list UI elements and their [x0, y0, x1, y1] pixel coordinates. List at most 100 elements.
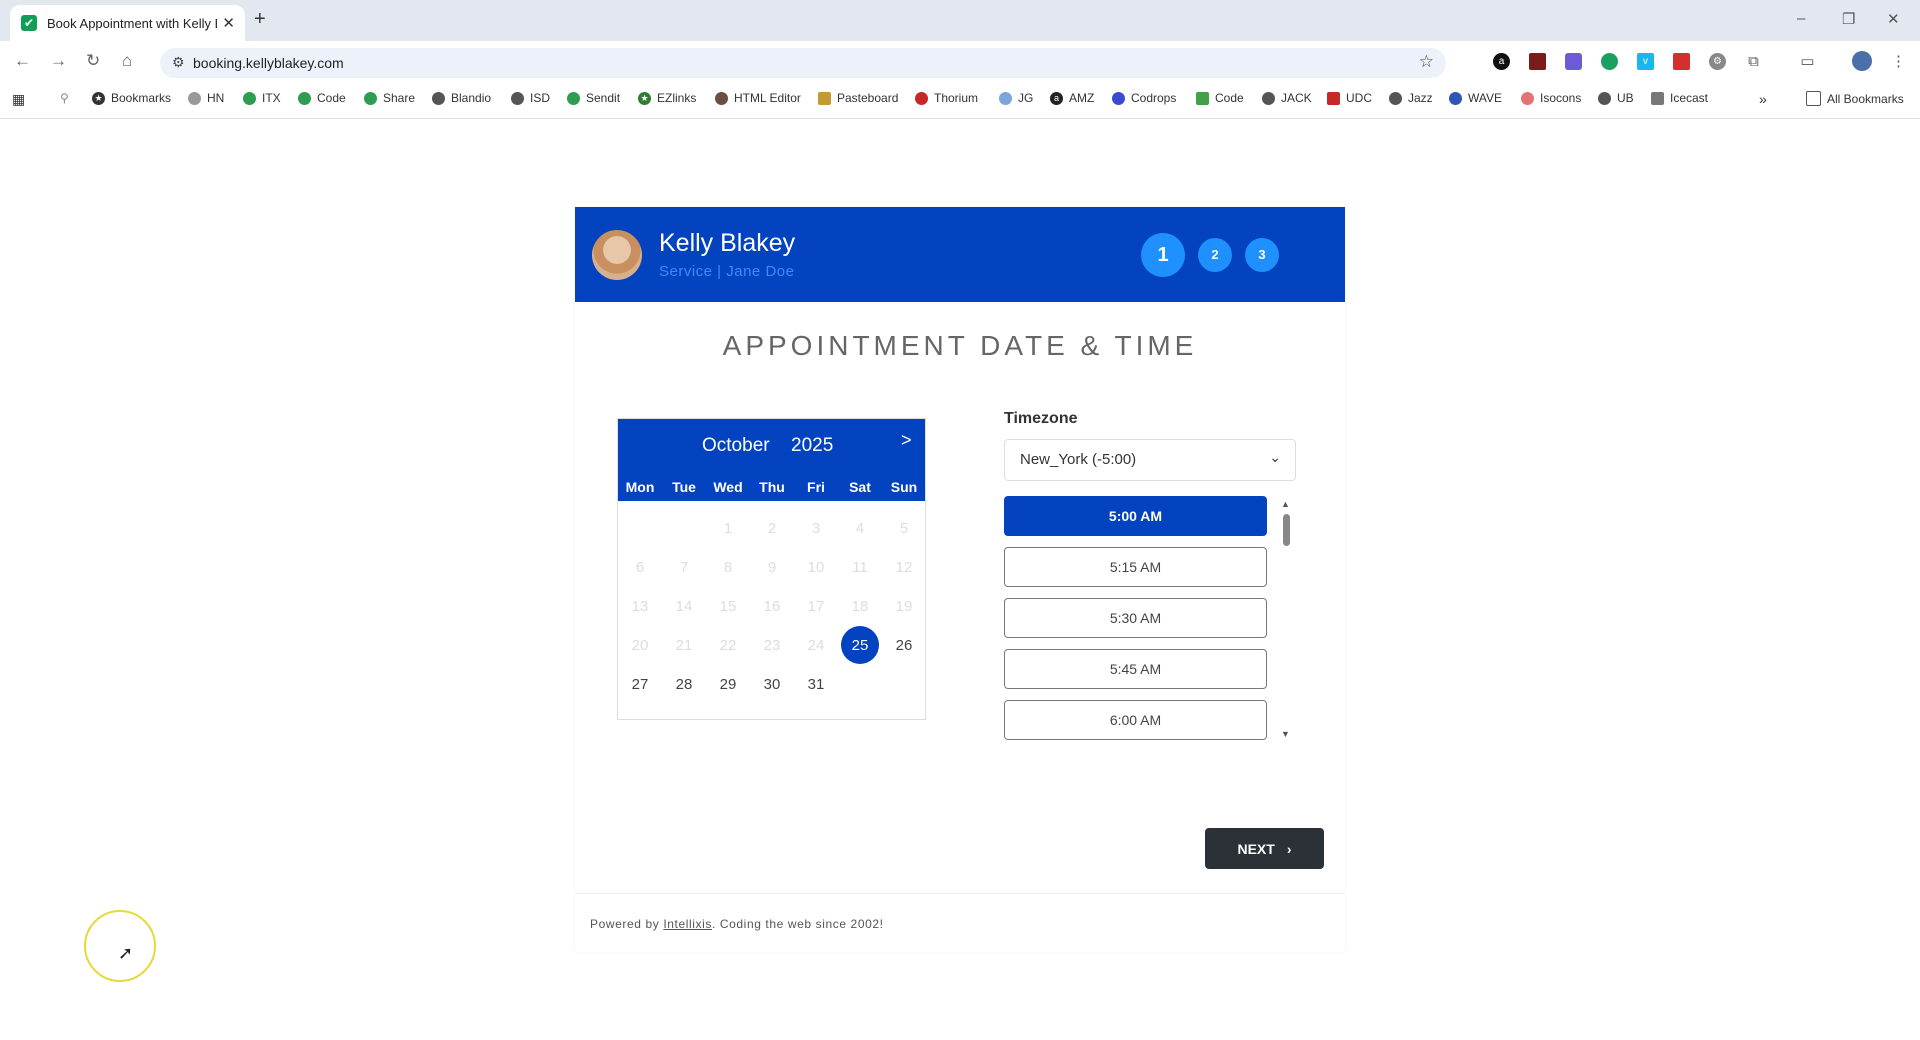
gear-icon[interactable]: ⚙	[1709, 53, 1726, 70]
bookmark-item[interactable]: Isocons	[1521, 91, 1581, 105]
time-slot[interactable]: 5:30 AM	[1004, 598, 1267, 638]
browser-tabstrip: ✔ Book Appointment with Kelly B ✕ + – ❐ …	[0, 0, 1920, 41]
address-bar[interactable]: ⚙ booking.kellyblakey.com ☆	[160, 48, 1446, 78]
bookmark-item[interactable]: HN	[188, 91, 224, 105]
bookmark-item[interactable]: UB	[1598, 91, 1634, 105]
all-bookmarks[interactable]: All Bookmarks	[1806, 91, 1904, 106]
timezone-select[interactable]: New_York (-5:00) ⌄	[1004, 439, 1296, 481]
pdf-extension-icon[interactable]	[1673, 53, 1690, 70]
reload-icon[interactable]: ↻	[86, 51, 100, 71]
calendar-day[interactable]: 28	[662, 665, 706, 704]
calendar-day: 9	[767, 559, 777, 576]
calendar-year[interactable]: 2025	[791, 435, 833, 457]
new-tab-icon[interactable]: +	[254, 8, 266, 31]
bookmark-item[interactable]: Codrops	[1112, 91, 1176, 105]
next-month-button[interactable]: >	[901, 430, 912, 451]
bookmark-item[interactable]: Code	[1196, 91, 1244, 105]
tab-search-icon[interactable]: ▭	[1799, 53, 1816, 70]
bookmark-icon[interactable]: ⚲	[60, 91, 69, 105]
extension-icon[interactable]	[1565, 53, 1582, 70]
calendar-day: 14	[675, 598, 693, 615]
calendar-day: 6	[635, 559, 645, 576]
extension-icon[interactable]: v	[1637, 53, 1654, 70]
time-slots-scrollbar[interactable]: ▲ ▼	[1281, 499, 1291, 739]
site-info-icon[interactable]: ⚙	[172, 54, 185, 71]
bookmark-item[interactable]: Blandio	[432, 91, 491, 105]
close-icon[interactable]: ✕	[222, 14, 235, 32]
bookmark-star-icon[interactable]: ☆	[1419, 52, 1434, 72]
bookmark-item[interactable]: ★ Bookmarks	[92, 91, 171, 105]
minimize-icon[interactable]: –	[1797, 10, 1805, 27]
weekday-label: Wed	[713, 479, 743, 495]
time-slot[interactable]: 6:00 AM	[1004, 700, 1267, 740]
bookmark-item[interactable]: Sendit	[567, 91, 620, 105]
calendar-day: 5	[899, 520, 909, 537]
restore-icon[interactable]: ❐	[1842, 10, 1855, 28]
footer-divider	[575, 893, 1345, 894]
bookmarks-bar: ▦ ⚲ ★ Bookmarks HN ITX Code Share Blandio…	[0, 82, 1920, 119]
step-indicator-1: 1	[1141, 233, 1185, 277]
calendar-day: 13	[631, 598, 649, 615]
weekday-label: Mon	[625, 479, 655, 495]
calendar-day[interactable]: 26	[882, 626, 926, 665]
time-slot[interactable]: 5:45 AM	[1004, 649, 1267, 689]
back-icon[interactable]: ←	[14, 51, 31, 71]
next-button[interactable]: NEXT ›	[1205, 828, 1324, 869]
calendar-day: 12	[895, 559, 913, 576]
scroll-up-arrow-icon[interactable]: ▲	[1281, 499, 1290, 509]
bookmark-item[interactable]: JG	[999, 91, 1033, 105]
calendar-day: 3	[811, 520, 821, 537]
extension-icon[interactable]	[1601, 53, 1618, 70]
calendar-month[interactable]: October	[702, 435, 770, 457]
bookmarks-overflow-icon[interactable]: »	[1759, 91, 1767, 107]
window-close-icon[interactable]: ✕	[1887, 10, 1900, 28]
avatar	[592, 230, 642, 280]
bookmark-item[interactable]: HTML Editor	[715, 91, 801, 105]
bookmark-item[interactable]: JACK	[1262, 91, 1312, 105]
calendar-day[interactable]: 31	[794, 665, 838, 704]
weekday-label: Sat	[849, 479, 871, 495]
calendar-day: 10	[807, 559, 825, 576]
calendar-header: October 2025 > Mon Tue Wed Thu Fri Sat S…	[618, 419, 925, 501]
calendar-day: 18	[851, 598, 869, 615]
bookmark-item[interactable]: Pasteboard	[818, 91, 898, 105]
provider-name: Kelly Blakey	[659, 229, 796, 257]
calendar-day: 1	[723, 520, 733, 537]
bookmark-item[interactable]: Thorium	[915, 91, 978, 105]
bookmark-item[interactable]: Jazz	[1389, 91, 1433, 105]
bookmark-item[interactable]: ITX	[243, 91, 281, 105]
profile-avatar[interactable]	[1852, 51, 1872, 71]
bookmark-item[interactable]: Share	[364, 91, 415, 105]
extension-icon[interactable]	[1529, 53, 1546, 70]
bookmark-item[interactable]: WAVE	[1449, 91, 1502, 105]
extension-icon[interactable]: a	[1493, 53, 1510, 70]
scroll-down-arrow-icon[interactable]: ▼	[1281, 729, 1290, 739]
service-line: Service | Jane Doe	[659, 263, 795, 280]
puzzle-icon[interactable]: ⧉	[1745, 53, 1762, 70]
calendar-day[interactable]: 27	[618, 665, 662, 704]
forward-icon[interactable]: →	[50, 51, 67, 71]
powered-by: Powered by Intellixis. Coding the web si…	[590, 917, 884, 931]
mouse-cursor-icon: ➚	[118, 943, 134, 963]
calendar-day[interactable]: 29	[706, 665, 750, 704]
time-slot[interactable]: 5:00 AM	[1004, 496, 1267, 536]
apps-grid-icon[interactable]: ▦	[12, 91, 25, 108]
scrollbar-thumb[interactable]	[1283, 514, 1290, 546]
bookmark-item[interactable]: ISD	[511, 91, 550, 105]
bookmark-item[interactable]: a AMZ	[1050, 91, 1094, 105]
time-slot[interactable]: 5:15 AM	[1004, 547, 1267, 587]
browser-tab[interactable]: ✔ Book Appointment with Kelly B ✕	[10, 5, 245, 41]
bookmark-item[interactable]: UDC	[1327, 91, 1372, 105]
bookmark-item[interactable]: Icecast	[1651, 91, 1708, 105]
home-icon[interactable]: ⌂	[122, 51, 132, 71]
weekday-label: Tue	[672, 479, 696, 495]
bookmark-item[interactable]: Code	[298, 91, 346, 105]
calendar-day[interactable]: 30	[750, 665, 794, 704]
powered-by-prefix: Powered by	[590, 917, 664, 931]
menu-icon[interactable]: ⋮	[1890, 53, 1907, 70]
calendar-day[interactable]: 25	[838, 626, 882, 665]
intellixis-link[interactable]: Intellixis	[663, 917, 712, 931]
chevron-right-icon: ›	[1286, 840, 1292, 857]
url-text[interactable]: booking.kellyblakey.com	[193, 55, 344, 71]
bookmark-item[interactable]: ★ EZlinks	[638, 91, 696, 105]
